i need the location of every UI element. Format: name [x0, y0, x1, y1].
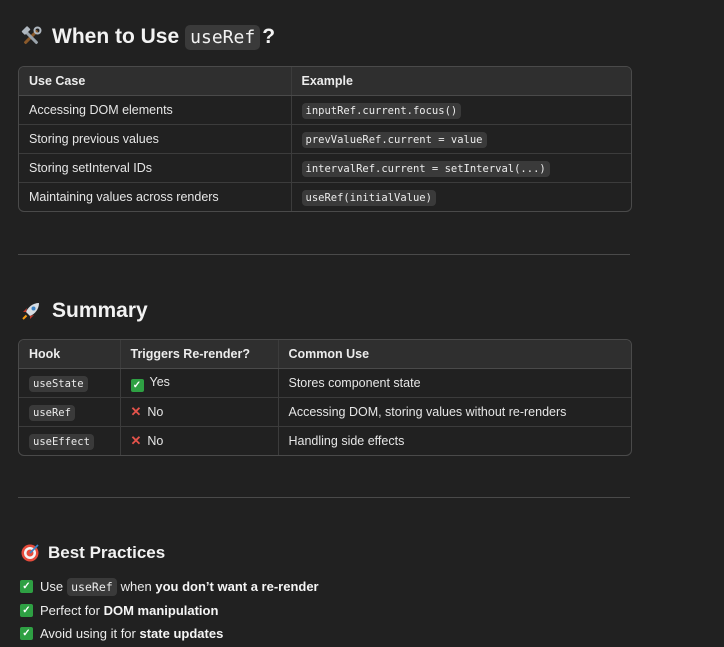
example-code: prevValueRef.current = value — [301, 132, 487, 148]
section-title-best-practices: Best Practices — [20, 541, 165, 565]
triggers-value: Yes — [149, 374, 170, 389]
hook-code: useRef — [29, 405, 75, 421]
common-use-cell: Accessing DOM, storing values without re… — [277, 397, 631, 427]
check-icon: ✓ — [20, 603, 33, 617]
use-case-table: Use Case Example Accessing DOM elements … — [18, 66, 632, 212]
hammer-wrench-icon — [20, 26, 42, 48]
rocket-icon — [20, 300, 42, 322]
list-item: ✓ Avoid using it for state updates — [20, 622, 319, 646]
list-item: ✓ Use useRef when you don’t want a re-re… — [20, 575, 319, 599]
table-row: useEffect ✕ No Handling side effects — [19, 426, 631, 455]
common-use-cell: Handling side effects — [277, 426, 631, 455]
table-row: useRef ✕ No Accessing DOM, storing values… — [19, 397, 631, 427]
example-code: inputRef.current.focus() — [301, 103, 462, 119]
header-common-use: Common Use — [277, 340, 631, 369]
cross-icon: ✕ — [130, 404, 142, 419]
header-hook: Hook — [19, 340, 120, 369]
hook-code: useState — [29, 376, 88, 392]
table-row: useState ✓ Yes Stores component state — [19, 368, 631, 398]
use-case-cell: Storing setInterval IDs — [19, 153, 291, 183]
check-icon: ✓ — [130, 378, 144, 392]
use-case-cell: Storing previous values — [19, 124, 291, 154]
table-row: Accessing DOM elements inputRef.current.… — [19, 95, 631, 125]
summary-table: Hook Triggers Re-render? Common Use useS… — [18, 339, 632, 456]
list-item: ✓ Perfect for DOM manipulation — [20, 599, 319, 623]
check-icon: ✓ — [20, 627, 33, 641]
header-triggers: Triggers Re-render? — [119, 340, 278, 369]
title-prefix: When to Use — [52, 25, 180, 48]
use-case-cell: Maintaining values across renders — [19, 182, 291, 211]
section-title-when-to-use: When to Use useRef ? — [20, 22, 275, 52]
header-example: Example — [290, 67, 631, 96]
item-bold: you don’t want a re-render — [155, 579, 319, 595]
table-row: Storing previous values prevValueRef.cur… — [19, 124, 631, 154]
header-use-case: Use Case — [19, 67, 291, 96]
best-practices-title: Best Practices — [48, 543, 166, 562]
item-bold: state updates — [139, 626, 224, 642]
item-text: when — [120, 579, 152, 595]
item-text: Use — [40, 579, 64, 595]
table-row: Maintaining values across renders useRef… — [19, 182, 631, 211]
item-text: Avoid using it for — [40, 626, 136, 642]
divider — [18, 497, 630, 498]
target-icon — [20, 543, 40, 563]
triggers-value: No — [147, 434, 164, 448]
title-suffix: ? — [262, 25, 276, 48]
cross-icon: ✕ — [130, 433, 142, 448]
item-bold: DOM manipulation — [103, 602, 219, 618]
common-use-cell: Stores component state — [277, 368, 631, 398]
title-code: useRef — [185, 24, 261, 50]
inline-code: useRef — [67, 577, 117, 596]
example-code: intervalRef.current = setInterval(...) — [301, 161, 550, 177]
section-title-summary: Summary — [20, 296, 148, 326]
item-text: Perfect for — [40, 602, 100, 618]
check-icon: ✓ — [20, 580, 33, 594]
example-code: useRef(initialValue) — [301, 190, 436, 206]
hook-code: useEffect — [29, 434, 94, 450]
table-row: Storing setInterval IDs intervalRef.curr… — [19, 153, 631, 183]
use-case-cell: Accessing DOM elements — [29, 103, 173, 117]
triggers-value: No — [147, 405, 164, 419]
summary-title: Summary — [52, 299, 148, 322]
best-practices-list: ✓ Use useRef when you don’t want a re-re… — [20, 575, 319, 646]
divider — [18, 254, 630, 255]
